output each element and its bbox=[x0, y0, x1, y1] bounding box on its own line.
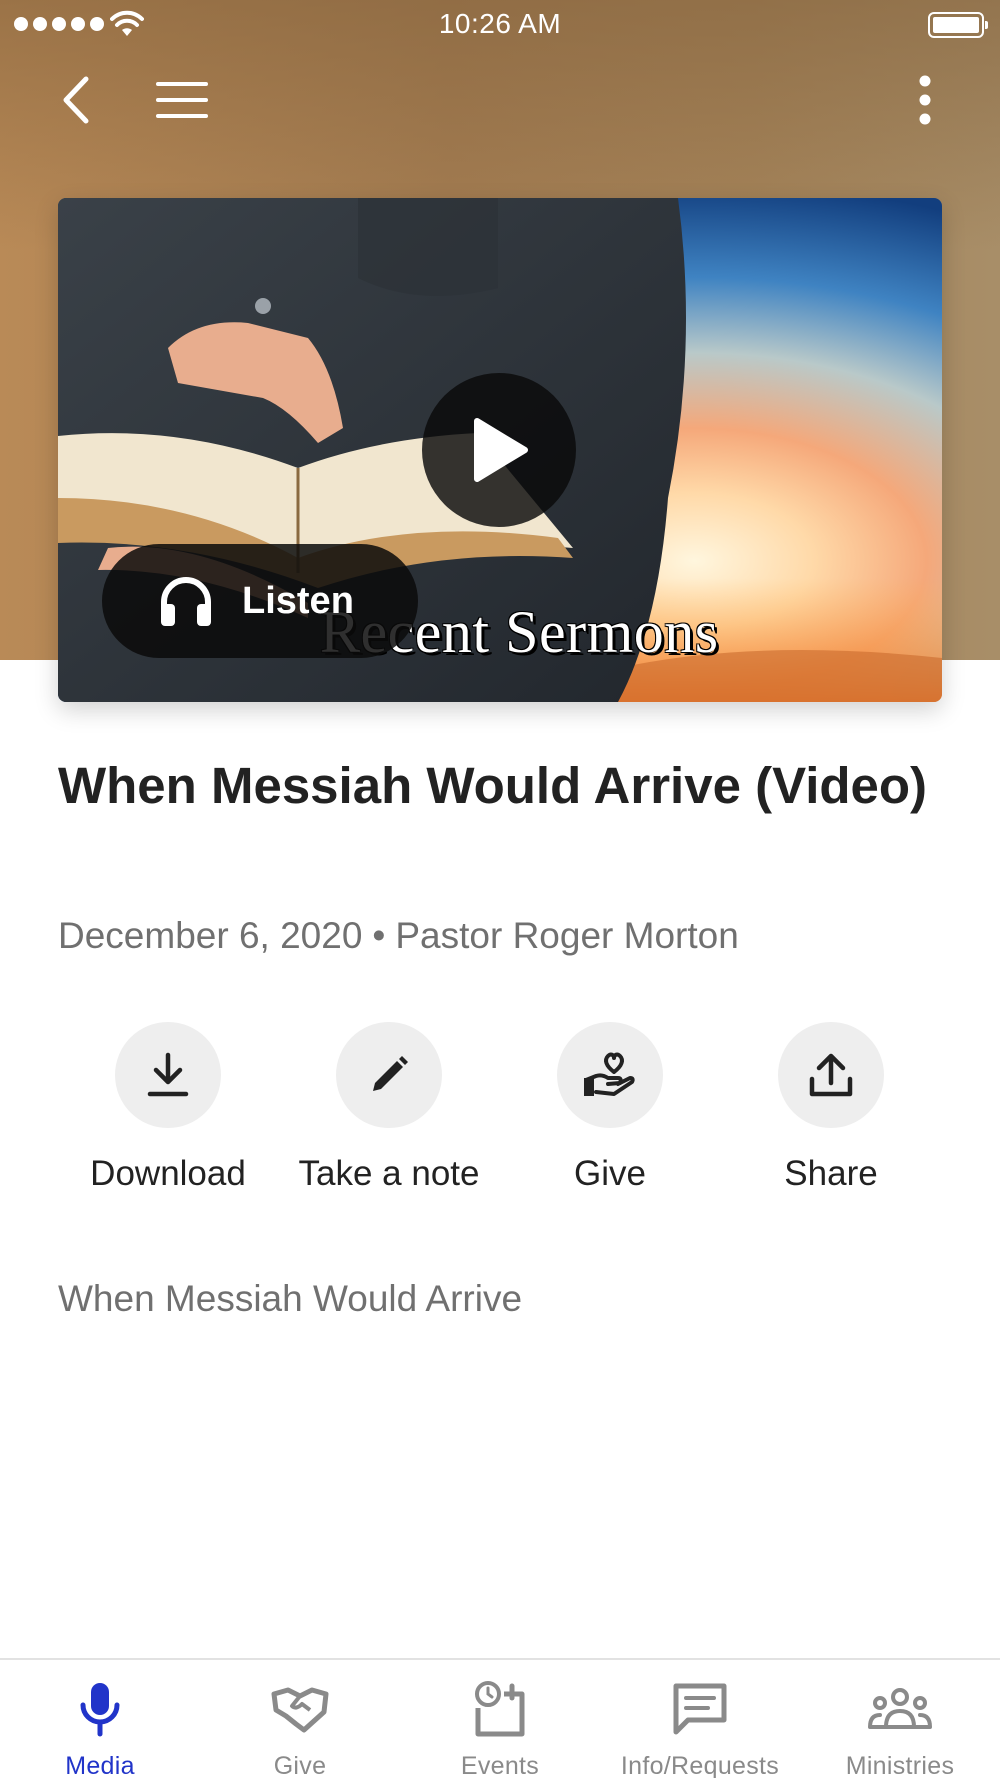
sermon-title: When Messiah Would Arrive (Video) bbox=[58, 757, 928, 814]
share-circle[interactable] bbox=[778, 1022, 884, 1128]
tab-ministries-label: Ministries bbox=[845, 1752, 955, 1778]
download-label: Download bbox=[90, 1154, 246, 1193]
meta-separator: • bbox=[372, 915, 386, 956]
tab-give-label: Give bbox=[273, 1752, 327, 1778]
tab-events[interactable]: Events bbox=[400, 1678, 600, 1778]
share-icon bbox=[809, 1053, 853, 1097]
download-button[interactable]: Download bbox=[58, 1022, 278, 1194]
status-bar: 10:26 AM bbox=[0, 0, 1000, 50]
menu-button[interactable] bbox=[150, 70, 214, 130]
share-label: Share bbox=[784, 1154, 878, 1193]
microphone-icon bbox=[80, 1683, 120, 1737]
calendar-clock-icon bbox=[475, 1681, 525, 1737]
take-note-button[interactable]: Take a note bbox=[279, 1022, 499, 1194]
play-icon bbox=[474, 418, 528, 482]
tab-media[interactable]: Media bbox=[0, 1678, 200, 1778]
hamburger-menu-icon bbox=[156, 82, 208, 118]
tab-info-requests[interactable]: Info/Requests bbox=[600, 1678, 800, 1778]
give-action-label: Give bbox=[574, 1154, 646, 1193]
listen-label: Listen bbox=[242, 579, 354, 622]
download-icon bbox=[147, 1052, 189, 1097]
tab-give[interactable]: Give bbox=[200, 1678, 400, 1778]
play-button[interactable] bbox=[422, 373, 576, 527]
more-vertical-icon bbox=[919, 75, 931, 125]
tab-events-label: Events bbox=[460, 1752, 540, 1778]
sermon-speaker: Pastor Roger Morton bbox=[395, 915, 739, 956]
action-row: Download Take a note Give Share bbox=[58, 1022, 942, 1202]
more-options-button[interactable] bbox=[900, 70, 950, 130]
sermon-date: December 6, 2020 bbox=[58, 915, 363, 956]
tab-media-label: Media bbox=[65, 1752, 135, 1778]
chevron-left-icon bbox=[63, 76, 89, 124]
hand-heart-icon bbox=[584, 1052, 635, 1096]
video-thumbnail[interactable]: Recent Sermons Listen bbox=[58, 198, 942, 702]
share-button[interactable]: Share bbox=[721, 1022, 941, 1194]
status-time: 10:26 AM bbox=[438, 8, 562, 39]
handshake-icon bbox=[271, 1687, 329, 1733]
take-note-circle[interactable] bbox=[336, 1022, 442, 1128]
sermon-meta: December 6, 2020 • Pastor Roger Morton bbox=[58, 915, 739, 957]
people-group-icon bbox=[868, 1688, 932, 1729]
message-icon bbox=[673, 1683, 727, 1735]
sermon-description: When Messiah Would Arrive bbox=[58, 1278, 523, 1319]
headphones-icon bbox=[161, 577, 211, 626]
back-button[interactable] bbox=[50, 70, 100, 130]
battery-full-icon bbox=[928, 12, 988, 38]
download-circle[interactable] bbox=[115, 1022, 221, 1128]
give-circle[interactable] bbox=[557, 1022, 663, 1128]
bottom-tab-bar: Media Give Events Info/Requests Ministri… bbox=[0, 1658, 1000, 1778]
listen-button[interactable]: Listen bbox=[102, 544, 418, 658]
take-note-label: Take a note bbox=[298, 1154, 480, 1193]
give-action-button[interactable]: Give bbox=[500, 1022, 720, 1194]
tab-ministries[interactable]: Ministries bbox=[800, 1678, 1000, 1778]
pencil-icon bbox=[373, 1056, 408, 1091]
tab-info-requests-label: Info/Requests bbox=[620, 1752, 780, 1778]
